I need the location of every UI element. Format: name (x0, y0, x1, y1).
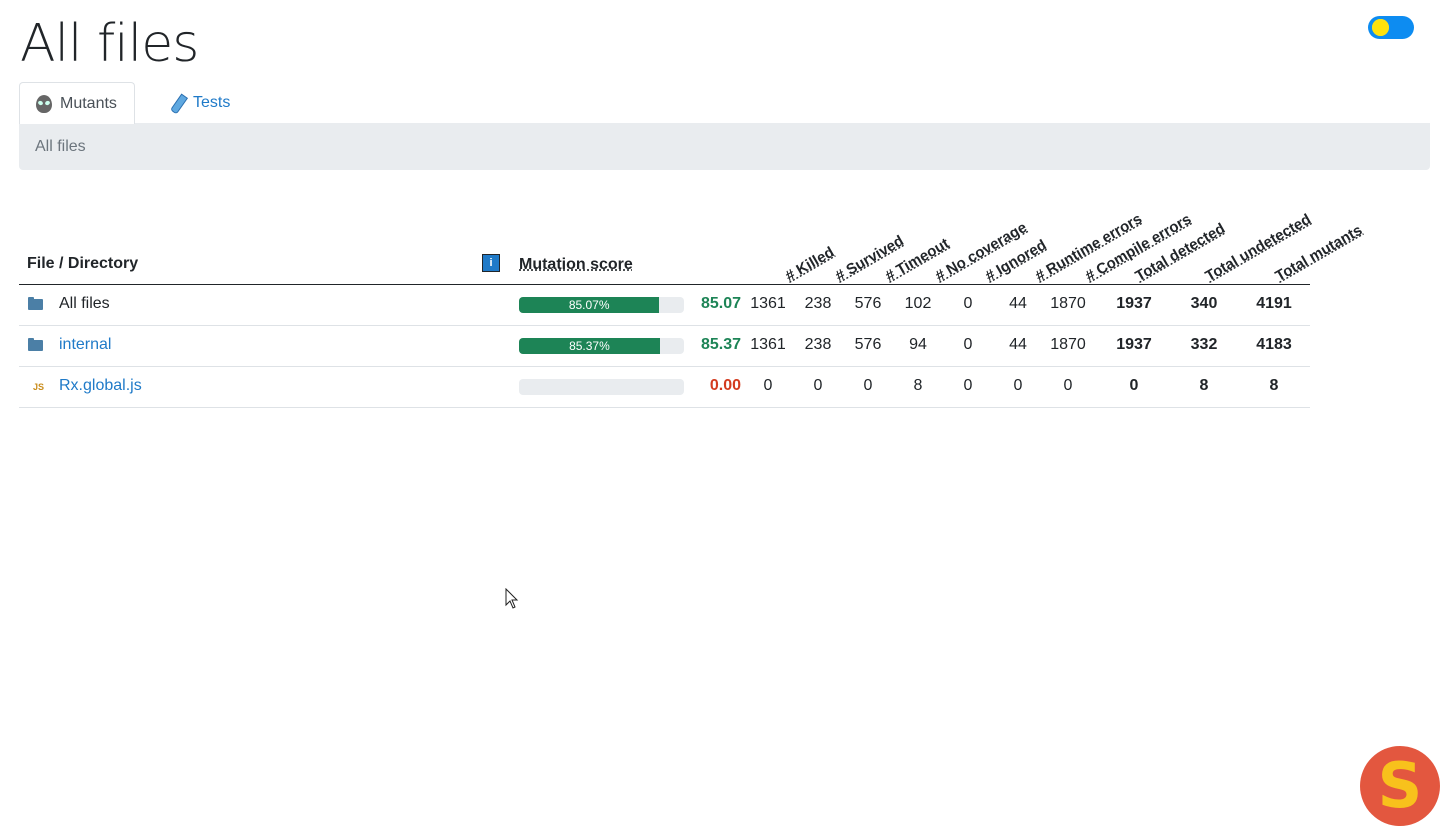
cell-total-undetected: 8 (1199, 377, 1209, 394)
table-row: All files 85.07% 85.07 1361 238 576 102 0 44 1870… (19, 285, 1310, 326)
cell-runtime-errors: 44 (1009, 336, 1027, 353)
mutation-score-progress (519, 379, 684, 395)
tab-tests-label: Tests (193, 93, 231, 111)
breadcrumb: All files (19, 123, 1430, 170)
mutation-score-value: 85.07 (700, 295, 741, 312)
mouse-cursor-icon (505, 588, 519, 609)
info-button[interactable]: i (482, 254, 500, 272)
cell-total-undetected: 340 (1190, 295, 1218, 312)
progress-bar-fill: 85.07% (519, 297, 660, 313)
header-file-directory: File / Directory (27, 255, 139, 272)
cell-compile-errors: 0 (1063, 377, 1073, 394)
folder-icon (28, 338, 43, 351)
file-name: All files (59, 295, 110, 312)
tab-tests[interactable]: Tests (153, 82, 246, 123)
cell-no-coverage: 8 (913, 377, 923, 394)
cell-compile-errors: 1870 (1050, 295, 1086, 312)
header-killed[interactable]: # Killed (783, 244, 838, 285)
table-row: JS Rx.global.js 0.00 0 0 0 8 0 0 0 0 8 8 (19, 367, 1310, 408)
table-row: internal 85.37% 85.37 1361 238 576 94 0 44 1870 19… (19, 326, 1310, 367)
cell-total-mutants: 4183 (1256, 336, 1292, 353)
page-title: All files (20, 14, 199, 74)
cell-killed: 1361 (750, 336, 786, 353)
folder-icon (28, 297, 43, 310)
file-name[interactable]: Rx.global.js (59, 377, 142, 395)
javascript-file-icon: JS (33, 382, 45, 392)
cell-ignored: 0 (963, 336, 973, 353)
cell-ignored: 0 (963, 377, 973, 394)
cell-killed: 0 (763, 377, 773, 394)
cell-runtime-errors: 44 (1009, 295, 1027, 312)
cell-survived: 238 (804, 295, 832, 312)
cell-total-detected: 1937 (1116, 295, 1152, 312)
cell-no-coverage: 102 (904, 295, 932, 312)
cell-total-mutants: 4191 (1256, 295, 1292, 312)
cell-timeout: 576 (854, 336, 882, 353)
tab-mutants-label: Mutants (60, 94, 117, 112)
cell-total-mutants: 8 (1269, 377, 1279, 394)
mutation-score-value: 0.00 (709, 377, 741, 394)
stryker-logo: S (1360, 746, 1440, 826)
cell-timeout: 576 (854, 295, 882, 312)
table-body: All files 85.07% 85.07 1361 238 576 102 0 44 1870… (19, 285, 1310, 408)
mutation-score-progress: 85.37% (519, 338, 684, 354)
logo-letter: S (1377, 749, 1423, 822)
breadcrumb-item: All files (35, 137, 86, 155)
cell-runtime-errors: 0 (1013, 377, 1023, 394)
cell-compile-errors: 1870 (1050, 336, 1086, 353)
file-name[interactable]: internal (59, 336, 111, 354)
sun-icon (1370, 17, 1391, 38)
cell-ignored: 0 (963, 295, 973, 312)
cell-total-undetected: 332 (1190, 336, 1218, 353)
theme-toggle[interactable] (1368, 16, 1414, 39)
mutation-score-value: 85.37 (700, 336, 741, 353)
header-mutation-score[interactable]: Mutation score (519, 256, 633, 274)
cell-timeout: 0 (863, 377, 873, 394)
test-tube-icon (169, 93, 189, 114)
tab-mutants[interactable]: Mutants (19, 82, 135, 124)
cell-survived: 238 (804, 336, 832, 353)
cell-killed: 1361 (750, 295, 786, 312)
progress-bar-fill: 85.37% (519, 338, 660, 354)
alien-icon (36, 94, 54, 113)
cell-total-detected: 1937 (1116, 336, 1152, 353)
tab-bar: Mutants Tests (19, 82, 1430, 124)
mutation-score-progress: 85.07% (519, 297, 684, 313)
table-header: File / Directory i Mutation score # Kill… (19, 180, 1365, 285)
cell-no-coverage: 94 (909, 336, 927, 353)
cell-total-detected: 0 (1129, 377, 1139, 394)
mutation-table: File / Directory i Mutation score # Kill… (19, 180, 1365, 408)
cell-survived: 0 (813, 377, 823, 394)
